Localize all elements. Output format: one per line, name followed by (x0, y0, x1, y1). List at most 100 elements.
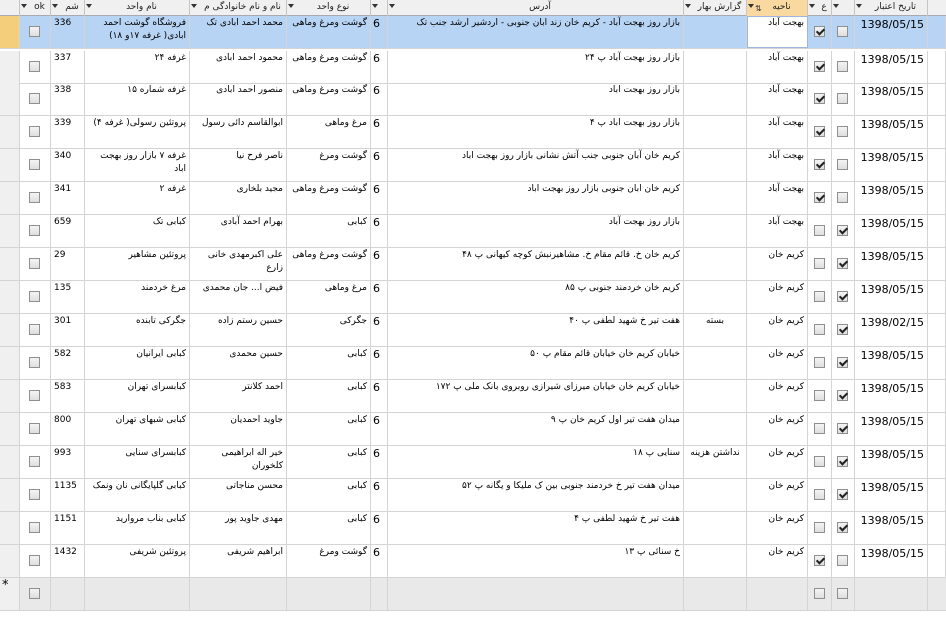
cell-name[interactable]: پروتئین شریفی (85, 545, 190, 577)
cell-address[interactable]: بازار روز بهجت اباد (388, 83, 684, 115)
cell-report[interactable] (684, 51, 747, 83)
cell-owner[interactable]: محسن مناجاتی (190, 479, 287, 511)
ok-checkbox[interactable] (29, 324, 40, 335)
chevron-down-icon[interactable] (809, 4, 815, 8)
chevron-down-icon[interactable] (856, 4, 862, 8)
table-row[interactable]: 993 کبابسرای سنایی خیر اله ابراهیمی کلخورا… (0, 446, 946, 479)
cell-owner[interactable]: محمد احمد ابادی تک (190, 16, 287, 48)
cell-shomare[interactable]: 336 (51, 16, 85, 48)
cell-shomare[interactable]: 1151 (51, 512, 85, 544)
flag-checkbox[interactable] (813, 588, 825, 599)
column-header-report[interactable]: گزارش بهار (684, 0, 747, 16)
cell-date[interactable]: 1398/05/15 (855, 51, 928, 83)
cell-name[interactable]: غرفه شماره ۱۵ (85, 83, 190, 115)
cell-name[interactable]: مرغ خردمند (85, 281, 190, 313)
row-selector[interactable] (0, 248, 20, 280)
cell-report[interactable] (684, 347, 747, 379)
cell-report[interactable] (684, 512, 747, 544)
active-checkbox[interactable] (837, 588, 848, 599)
cell-region[interactable]: بهجت آباد (747, 149, 808, 181)
table-row[interactable]: 29 پروتئین مشاهیر علی اکبرمهدی خانی زارع گو… (0, 248, 946, 281)
chevron-down-icon[interactable] (191, 4, 197, 8)
flag-checkbox[interactable] (813, 291, 825, 302)
cell-shomare[interactable]: 340 (51, 149, 85, 181)
cell-address[interactable]: خ سنائی پ ۱۳ (388, 545, 684, 577)
cell-report[interactable] (684, 578, 747, 610)
table-row[interactable]: 583 کبابسرای تهران احمد کلانتر کبابی 6 خیابان… (0, 380, 946, 413)
cell-date[interactable]: 1398/05/15 (855, 215, 928, 247)
row-selector[interactable] (0, 446, 20, 478)
row-selector[interactable] (0, 83, 20, 115)
row-selector[interactable] (0, 479, 20, 511)
cell-report[interactable] (684, 479, 747, 511)
cell-report[interactable] (684, 182, 747, 214)
cell-name[interactable]: کبابی شبهای تهران (85, 413, 190, 445)
ok-checkbox[interactable] (29, 522, 40, 533)
flag-checkbox[interactable] (813, 390, 825, 401)
cell-date[interactable]: 1398/05/15 (855, 479, 928, 511)
cell-report[interactable] (684, 149, 747, 181)
cell-report[interactable] (684, 380, 747, 412)
column-header-shomare[interactable]: شم (51, 0, 85, 16)
table-row[interactable]: 659 کبابی تک بهرام احمد آبادی کبابی 6 بازار ر… (0, 215, 946, 248)
ok-checkbox[interactable] (29, 192, 40, 203)
cell-typecode[interactable]: 6 (371, 314, 388, 346)
chevron-down-icon[interactable] (833, 4, 839, 8)
cell-name[interactable]: غرفه ۲ (85, 182, 190, 214)
cell-typecode[interactable]: 6 (371, 512, 388, 544)
cell-owner[interactable]: خیر اله ابراهیمی کلخوران (190, 446, 287, 478)
flag-checkbox[interactable] (813, 192, 825, 203)
ok-checkbox[interactable] (29, 555, 40, 566)
chevron-down-icon[interactable] (389, 4, 395, 8)
cell-report[interactable] (684, 413, 747, 445)
cell-type[interactable]: گوشت ومرغ وماهی (287, 182, 371, 214)
cell-typecode[interactable]: 6 (371, 281, 388, 313)
flag-checkbox[interactable] (813, 61, 825, 72)
active-checkbox[interactable] (837, 159, 848, 170)
cell-owner[interactable]: حسین رستم زاده (190, 314, 287, 346)
cell-date[interactable]: 1398/05/15 (855, 83, 928, 115)
cell-report[interactable] (684, 116, 747, 148)
cell-address[interactable]: بازار روز بهجت اباد پ ۴ (388, 116, 684, 148)
cell-report[interactable] (684, 545, 747, 577)
row-selector[interactable] (0, 380, 20, 412)
cell-date[interactable]: 1398/05/15 (855, 413, 928, 445)
cell-address[interactable] (388, 578, 684, 610)
cell-typecode[interactable]: 6 (371, 51, 388, 83)
cell-owner[interactable]: ناصر فرح نیا (190, 149, 287, 181)
table-row[interactable]: 336 فروشگاه گوشت احمد ابادی( غرفه ۱۷و ۱۸)… (0, 16, 946, 49)
cell-region[interactable]: کریم خان (747, 446, 808, 478)
cell-date[interactable]: 1398/05/15 (855, 512, 928, 544)
table-row[interactable]: 800 کبابی شبهای تهران جاوید احمدیان کبابی 6 م… (0, 413, 946, 446)
cell-typecode[interactable]: 6 (371, 248, 388, 280)
flag-checkbox[interactable] (813, 225, 825, 236)
flag-checkbox[interactable] (813, 522, 825, 533)
cell-address[interactable]: خیابان کریم خان خیابان قائم مقام پ ۵۰ (388, 347, 684, 379)
cell-address[interactable]: بازار روز بهجت آباد - کریم خان زند ابان … (388, 16, 684, 48)
cell-name[interactable]: کبابی ایرانیان (85, 347, 190, 379)
row-selector[interactable] (0, 215, 20, 247)
cell-address[interactable]: میدان هفت تیر اول کریم خان پ ۹ (388, 413, 684, 445)
cell-typecode[interactable]: 6 (371, 446, 388, 478)
cell-region[interactable]: کریم خان (747, 545, 808, 577)
cell-name[interactable]: کبابسرای تهران (85, 380, 190, 412)
cell-type[interactable]: گوشت ومرغ (287, 149, 371, 181)
cell-date[interactable] (855, 578, 928, 610)
ok-checkbox[interactable] (29, 357, 40, 368)
flag-checkbox[interactable] (813, 489, 825, 500)
cell-name[interactable] (85, 578, 190, 610)
table-row[interactable]: 1151 کبابی بناب مروارید مهدی جاوید پور کباب… (0, 512, 946, 545)
cell-shomare[interactable]: 993 (51, 446, 85, 478)
cell-region[interactable]: کریم خان (747, 380, 808, 412)
active-checkbox[interactable] (837, 61, 848, 72)
cell-typecode[interactable]: 6 (371, 182, 388, 214)
ok-checkbox[interactable] (29, 61, 40, 72)
cell-type[interactable]: کبابی (287, 512, 371, 544)
cell-owner[interactable]: فیض ا... جان محمدی (190, 281, 287, 313)
cell-date[interactable]: 1398/05/15 (855, 182, 928, 214)
cell-shomare[interactable]: 582 (51, 347, 85, 379)
chevron-down-icon[interactable] (748, 4, 754, 8)
flag-checkbox[interactable] (813, 26, 825, 37)
cell-address[interactable]: هفت تیر خ شهید لطفی پ ۴ (388, 512, 684, 544)
cell-shomare[interactable]: 341 (51, 182, 85, 214)
